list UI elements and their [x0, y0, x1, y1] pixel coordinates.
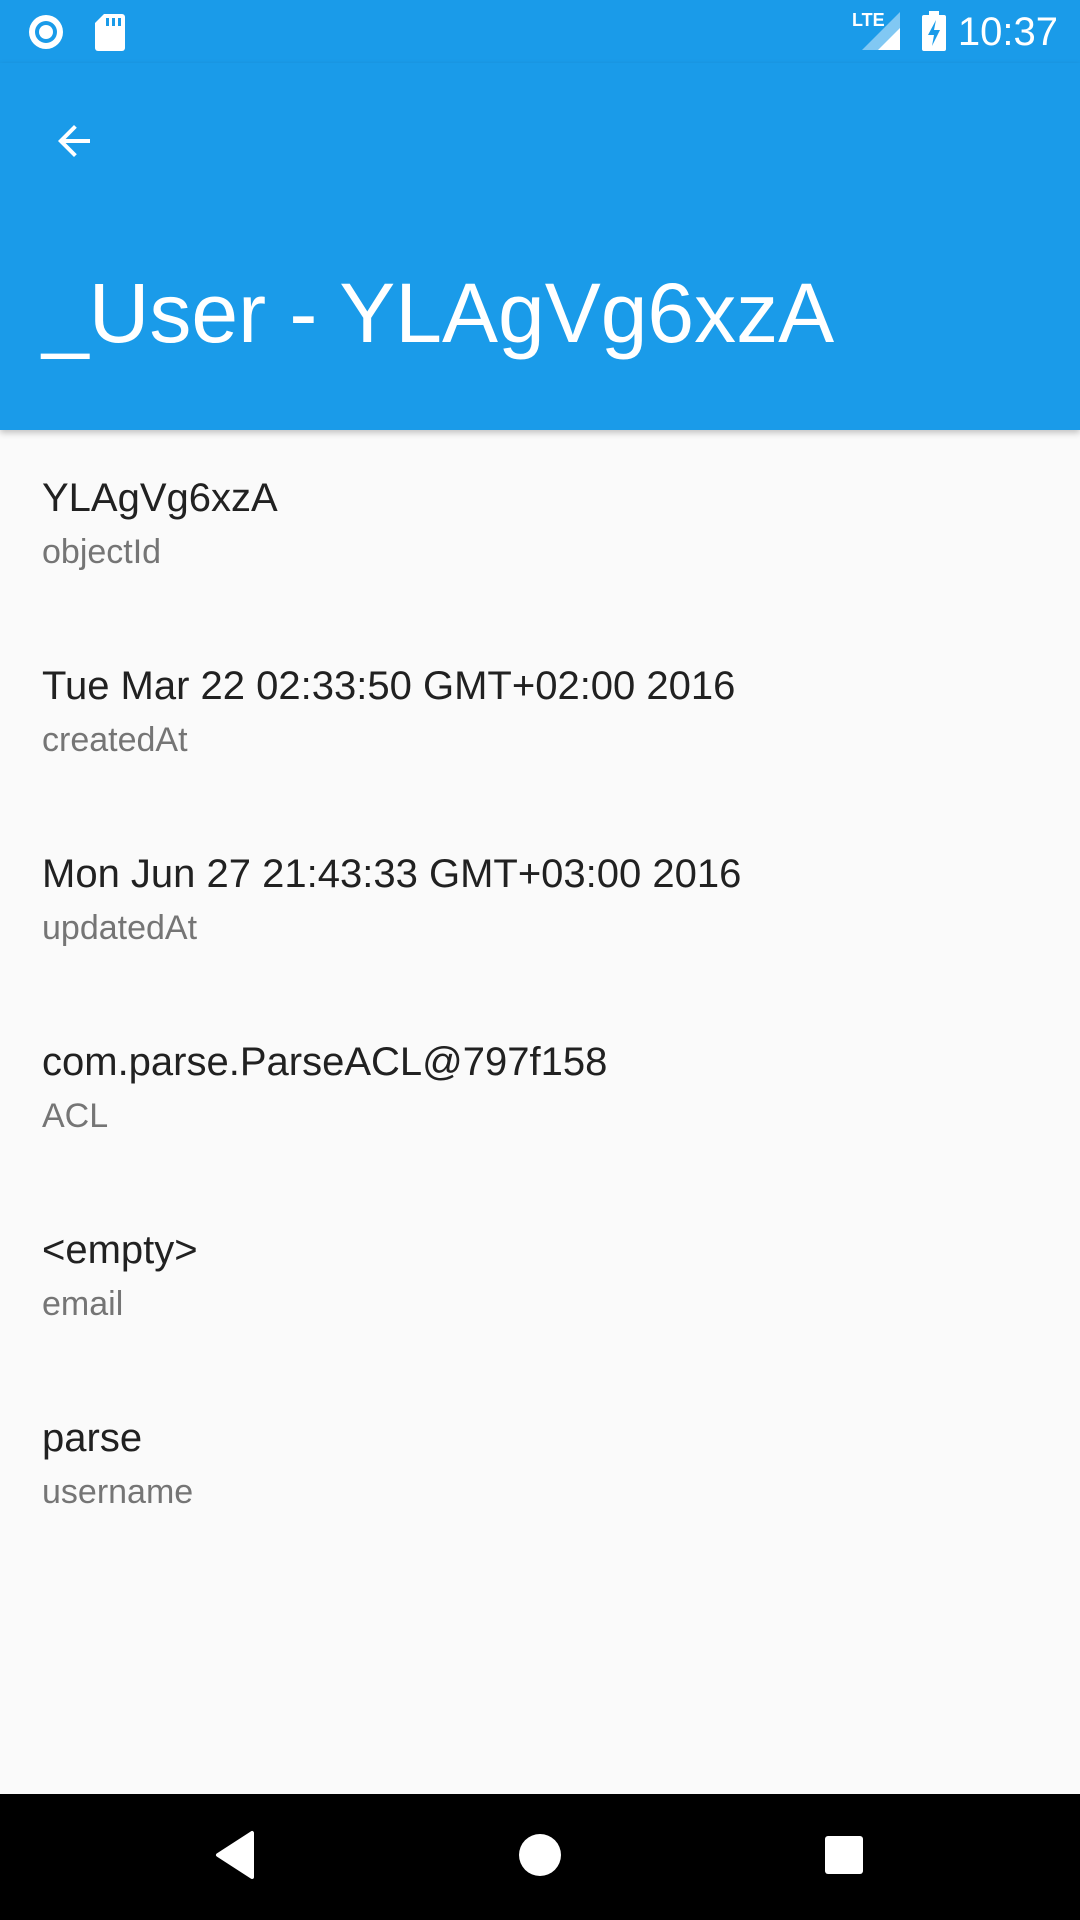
list-item-acl[interactable]: com.parse.ParseACL@797f158 ACL	[0, 994, 1080, 1182]
field-list: YLAgVg6xzA objectId Tue Mar 22 02:33:50 …	[0, 430, 1080, 1558]
field-key: username	[42, 1473, 194, 1511]
app-bar: _User - YLAgVg6xzA	[0, 63, 1080, 430]
field-key: createdAt	[42, 721, 188, 759]
list-item-updatedat[interactable]: Mon Jun 27 21:43:33 GMT+03:00 2016 updat…	[0, 806, 1080, 994]
recents-square-icon	[823, 1834, 865, 1881]
field-value: parse	[42, 1416, 143, 1460]
list-item-objectid[interactable]: YLAgVg6xzA objectId	[0, 430, 1080, 618]
field-key: email	[42, 1285, 124, 1323]
field-key: updatedAt	[42, 909, 198, 947]
sd-card-icon	[94, 12, 126, 57]
back-button[interactable]	[32, 101, 116, 185]
status-bar: LTE 10:37	[0, 0, 1080, 63]
nav-recents-button[interactable]	[806, 1819, 882, 1895]
record-icon	[26, 12, 66, 57]
nav-home-button[interactable]	[502, 1819, 578, 1895]
list-item-email[interactable]: <empty> email	[0, 1182, 1080, 1370]
field-value: Tue Mar 22 02:33:50 GMT+02:00 2016	[42, 664, 736, 708]
field-value: com.parse.ParseACL@797f158	[42, 1040, 608, 1084]
home-circle-icon	[517, 1832, 563, 1883]
field-key: ACL	[42, 1097, 109, 1135]
back-triangle-icon	[212, 1829, 260, 1886]
field-value: YLAgVg6xzA	[42, 476, 278, 520]
arrow-back-icon	[50, 117, 98, 170]
nav-back-button[interactable]	[198, 1819, 274, 1895]
page-title: _User - YLAgVg6xzA	[42, 266, 835, 360]
list-item-username[interactable]: parse username	[0, 1370, 1080, 1558]
status-time: 10:37	[957, 10, 1058, 54]
field-value: <empty>	[42, 1228, 198, 1272]
lte-label: LTE	[852, 10, 885, 30]
navigation-bar	[0, 1794, 1080, 1920]
field-key: objectId	[42, 533, 162, 571]
list-item-createdat[interactable]: Tue Mar 22 02:33:50 GMT+02:00 2016 creat…	[0, 618, 1080, 806]
battery-charging-icon	[920, 10, 948, 57]
field-value: Mon Jun 27 21:43:33 GMT+03:00 2016	[42, 852, 742, 896]
